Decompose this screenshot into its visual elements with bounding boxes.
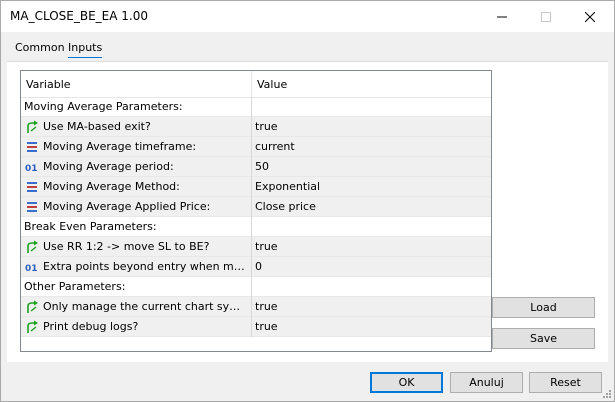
row-value[interactable]: true <box>255 240 278 253</box>
row-value[interactable]: true <box>255 120 278 133</box>
tab-inputs[interactable]: Inputs <box>68 41 103 58</box>
row-label: Moving Average period: <box>43 160 174 173</box>
inputs-panel: Variable Value Moving Average Parameters… <box>7 61 608 362</box>
row-value[interactable]: true <box>255 300 278 313</box>
table-row[interactable]: Break Even Parameters: <box>21 217 491 237</box>
maximize-icon <box>541 11 551 22</box>
load-button[interactable]: Load <box>492 297 595 318</box>
svg-text:01: 01 <box>25 264 38 274</box>
row-label: Moving Average timeframe: <box>43 140 197 153</box>
table-row[interactable]: Moving Average Applied Price: Close price <box>21 197 491 217</box>
tab-common[interactable]: Common <box>15 41 65 54</box>
header-variable[interactable]: Variable <box>26 78 71 91</box>
save-button[interactable]: Save <box>492 328 595 349</box>
row-value[interactable]: current <box>255 140 295 153</box>
svg-text:01: 01 <box>25 164 38 174</box>
row-label: Moving Average Applied Price: <box>43 200 211 213</box>
cancel-button[interactable]: Anuluj <box>450 372 523 393</box>
reset-button[interactable]: Reset <box>529 372 602 393</box>
row-label: Extra points beyond entry when moving... <box>43 260 249 273</box>
table-row[interactable]: 01 Moving Average period: 50 <box>21 157 491 177</box>
table-row[interactable]: 01 Extra points beyond entry when moving.… <box>21 257 491 277</box>
grid-header: Variable Value <box>21 71 491 98</box>
table-row[interactable]: Moving Average timeframe: current <box>21 137 491 157</box>
table-row[interactable]: Use RR 1:2 -> move SL to BE? true <box>21 237 491 257</box>
window-title: MA_CLOSE_BE_EA 1.00 <box>10 9 148 23</box>
close-button[interactable] <box>568 1 612 32</box>
ok-button[interactable]: OK <box>370 372 443 393</box>
row-label: Other Parameters: <box>24 280 126 293</box>
resize-grip-icon[interactable] <box>601 388 611 398</box>
table-row[interactable]: Use MA-based exit? true <box>21 117 491 137</box>
minimize-icon <box>497 16 507 17</box>
row-value[interactable]: 50 <box>255 160 269 173</box>
row-label: Use MA-based exit? <box>43 120 151 133</box>
table-row[interactable]: Other Parameters: <box>21 277 491 297</box>
title-bar[interactable]: MA_CLOSE_BE_EA 1.00 <box>1 1 614 32</box>
row-label: Use RR 1:2 -> move SL to BE? <box>43 240 210 253</box>
inputs-grid[interactable]: Variable Value Moving Average Parameters… <box>20 70 492 352</box>
row-value[interactable]: Exponential <box>255 180 320 193</box>
table-row[interactable]: Moving Average Method: Exponential <box>21 177 491 197</box>
row-label: Moving Average Method: <box>43 180 180 193</box>
row-label: Only manage the current chart symbol? <box>43 300 249 313</box>
tab-strip: Common Inputs <box>1 32 614 62</box>
dialog-window: MA_CLOSE_BE_EA 1.00 Common Inputs Variab… <box>0 0 615 402</box>
row-value[interactable]: true <box>255 320 278 333</box>
header-value[interactable]: Value <box>257 78 287 91</box>
row-label: Moving Average Parameters: <box>24 100 183 113</box>
row-value[interactable]: 0 <box>255 260 262 273</box>
row-label: Break Even Parameters: <box>24 220 157 233</box>
row-label: Print debug logs? <box>43 320 139 333</box>
minimize-button[interactable] <box>480 1 524 32</box>
table-row[interactable]: Moving Average Parameters: <box>21 97 491 117</box>
maximize-button <box>524 1 568 32</box>
table-row[interactable]: Only manage the current chart symbol? tru… <box>21 297 491 317</box>
table-row[interactable]: Print debug logs? true <box>21 317 491 337</box>
tab-inputs-label: Inputs <box>68 41 103 54</box>
row-value[interactable]: Close price <box>255 200 316 213</box>
close-icon <box>585 11 595 22</box>
